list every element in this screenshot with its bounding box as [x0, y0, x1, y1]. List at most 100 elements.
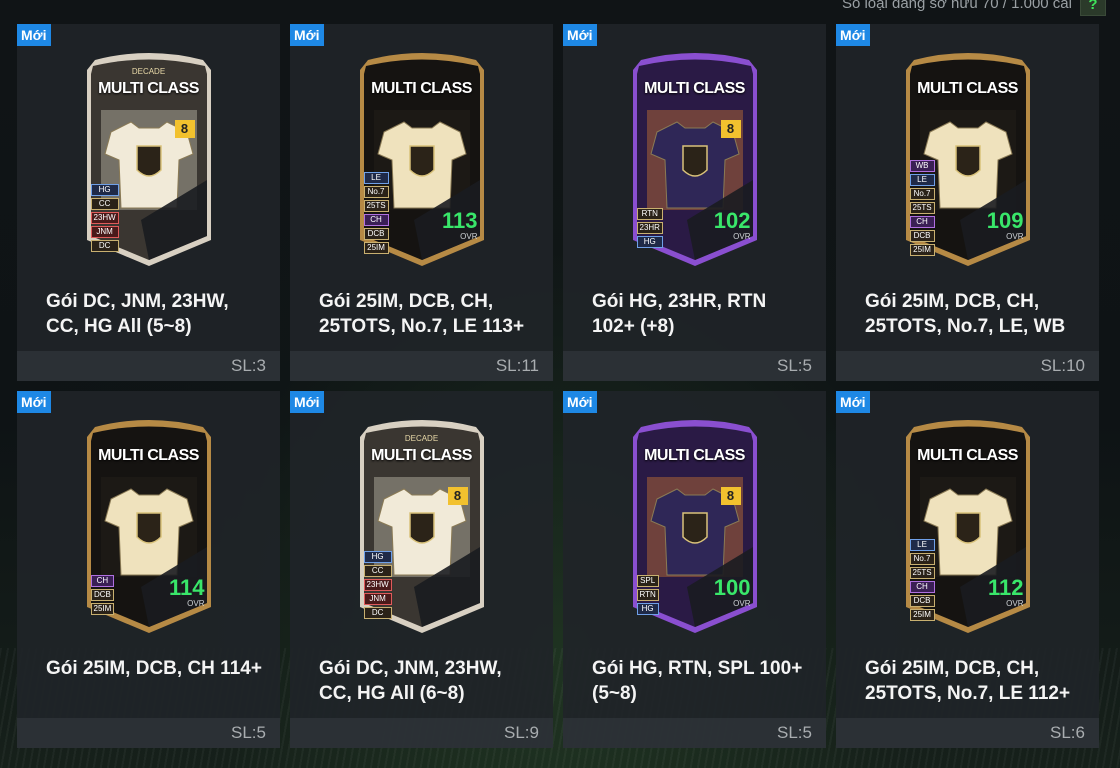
class-tags: LE No.7 25TS CH DCB 25IM [909, 539, 935, 621]
class-tag: 25TS [363, 200, 389, 212]
pack-tile[interactable]: Mới MULTI CLASS LE No.7 25TS CH DCB 25IM 113 … [290, 24, 553, 381]
ovr-rating: 100 OVR [714, 577, 751, 609]
class-tag: RTN [636, 208, 663, 220]
pack-card: MULTI CLASS CH DCB 25IM 114 OVR [81, 417, 217, 635]
help-button[interactable]: ? [1080, 0, 1106, 16]
ovr-value: 109 [986, 208, 1024, 233]
pack-footer: SL:9 [290, 718, 553, 748]
pack-card: MULTI CLASS LE No.7 25TS CH DCB 25IM 113 OVR [354, 50, 490, 268]
pack-card: MULTI CLASS WB LE No.7 25TS CH DCB 25IM 109 OV… [900, 50, 1036, 268]
ovr-value: 114 [169, 575, 205, 600]
level-badge: 8 [447, 487, 468, 505]
ovr-label: OVR [460, 232, 478, 241]
pack-tile[interactable]: Mới DECADE MULTI CLASS 8 HG CC 23HW JNM DC G… [290, 391, 553, 748]
ovr-rating: 112 OVR [988, 577, 1024, 609]
pack-card-art: DECADE MULTI CLASS 8 HG CC 23HW JNM DC [17, 24, 280, 300]
class-tag: JNM [363, 593, 392, 605]
new-badge: Mới [836, 391, 870, 413]
class-tag: CH [90, 575, 115, 587]
pack-footer: SL:5 [17, 718, 280, 748]
pack-quantity: SL:5 [777, 723, 812, 742]
class-tag: HG [636, 603, 659, 615]
pack-card-art: DECADE MULTI CLASS 8 HG CC 23HW JNM DC [290, 391, 553, 667]
class-tag: DCB [909, 230, 935, 242]
ovr-label: OVR [1006, 599, 1024, 608]
class-tags: SPL RTN HG [636, 575, 659, 615]
pack-title: Gói HG, RTN, SPL 100+ (5~8) [592, 658, 803, 704]
class-tags: CH DCB 25IM [90, 575, 115, 615]
pack-tile[interactable]: Mới MULTI CLASS LE No.7 25TS CH DCB 25IM 112 … [836, 391, 1099, 748]
owned-count-text: Số loại đang sở hữu 70 / 1.000 cái [841, 0, 1072, 12]
class-tag: RTN [636, 589, 659, 601]
class-tag: DCB [363, 228, 389, 240]
class-tag: DCB [909, 595, 935, 607]
class-tag: CH [909, 581, 935, 593]
card-name: MULTI CLASS [917, 80, 1018, 97]
pack-title: Gói HG, 23HR, RTN 102+ (+8) [592, 291, 767, 337]
card-name: MULTI CLASS [371, 447, 472, 464]
pack-card-art: MULTI CLASS WB LE No.7 25TS CH DCB 25IM 109 OV… [836, 24, 1099, 300]
pack-card-art: MULTI CLASS CH DCB 25IM 114 OVR [17, 391, 280, 667]
pack-title: Gói DC, JNM, 23HW, CC, HG All (6~8) [319, 658, 502, 704]
new-badge: Mới [563, 391, 597, 413]
class-tag: SPL [636, 575, 659, 587]
class-tag: 23HW [90, 212, 119, 224]
class-tag: 25IM [90, 603, 115, 615]
pack-quantity: SL:9 [504, 723, 539, 742]
new-badge: Mới [290, 391, 324, 413]
ovr-label: OVR [733, 232, 751, 241]
card-name: MULTI CLASS [917, 447, 1018, 464]
new-badge: Mới [290, 24, 324, 46]
class-tag: 23HR [636, 222, 663, 234]
card-name: MULTI CLASS [644, 447, 745, 464]
pack-footer: SL:5 [563, 351, 826, 381]
class-tags: LE No.7 25TS CH DCB 25IM [363, 172, 389, 254]
card-subtitle: DECADE [131, 67, 166, 76]
class-tags: HG CC 23HW JNM DC [90, 184, 119, 252]
class-tags: HG CC 23HW JNM DC [363, 551, 392, 619]
new-badge: Mới [563, 24, 597, 46]
class-tag: 23HW [363, 579, 392, 591]
class-tag: LE [909, 174, 935, 186]
class-tags: WB LE No.7 25TS CH DCB 25IM [909, 160, 935, 256]
class-tag: CH [363, 214, 389, 226]
pack-tile[interactable]: Mới DECADE MULTI CLASS 8 HG CC 23HW JNM DC G… [17, 24, 280, 381]
class-tag: DC [90, 240, 119, 252]
class-tag: DC [363, 607, 392, 619]
ovr-value: 102 [713, 208, 751, 233]
pack-tile[interactable]: Mới MULTI CLASS CH DCB 25IM 114 OVR Gói 25… [17, 391, 280, 748]
pack-grid: Mới DECADE MULTI CLASS 8 HG CC 23HW JNM DC G… [17, 24, 1099, 748]
pack-tile[interactable]: Mới MULTI CLASS 8 SPL RTN HG 100 OVR Gói H… [563, 391, 826, 748]
class-tag: HG [363, 551, 392, 563]
level-badge: 8 [720, 120, 741, 138]
pack-tile[interactable]: Mới MULTI CLASS WB LE No.7 25TS CH DCB 25IM 10… [836, 24, 1099, 381]
class-tags: RTN 23HR HG [636, 208, 663, 248]
new-badge: Mới [17, 24, 51, 46]
class-tag: JNM [90, 226, 119, 238]
class-tag: No.7 [363, 186, 389, 198]
pack-quantity: SL:5 [231, 723, 266, 742]
class-tag: DCB [90, 589, 115, 601]
card-name: MULTI CLASS [98, 447, 199, 464]
pack-footer: SL:5 [563, 718, 826, 748]
pack-tile[interactable]: Mới MULTI CLASS 8 RTN 23HR HG 102 OVR Gói … [563, 24, 826, 381]
pack-card-art: MULTI CLASS 8 RTN 23HR HG 102 OVR [563, 24, 826, 300]
ovr-rating: 109 OVR [986, 208, 1024, 242]
new-badge: Mới [17, 391, 51, 413]
class-tag: WB [909, 160, 935, 172]
class-tag: 25IM [363, 242, 389, 254]
pack-card-art: MULTI CLASS LE No.7 25TS CH DCB 25IM 113 OVR [290, 24, 553, 300]
class-tag: CC [363, 565, 392, 577]
pack-footer: SL:11 [290, 351, 553, 381]
ovr-label: OVR [1006, 232, 1024, 241]
class-tag: 25TS [909, 202, 935, 214]
pack-quantity: SL:6 [1050, 723, 1085, 742]
class-tag: 25IM [909, 244, 935, 256]
pack-card-art: MULTI CLASS 8 SPL RTN HG 100 OVR [563, 391, 826, 667]
class-tag: CH [909, 216, 935, 228]
pack-title: Gói 25IM, DCB, CH 114+ [46, 658, 262, 679]
class-tag: LE [363, 172, 389, 184]
top-bar: Số loại đang sở hữu 70 / 1.000 cái ? [842, 0, 1120, 16]
pack-title: Gói 25IM, DCB, CH, 25TOTS, No.7, LE, WB [865, 291, 1066, 337]
pack-card: MULTI CLASS 8 SPL RTN HG 100 OVR [627, 417, 763, 635]
